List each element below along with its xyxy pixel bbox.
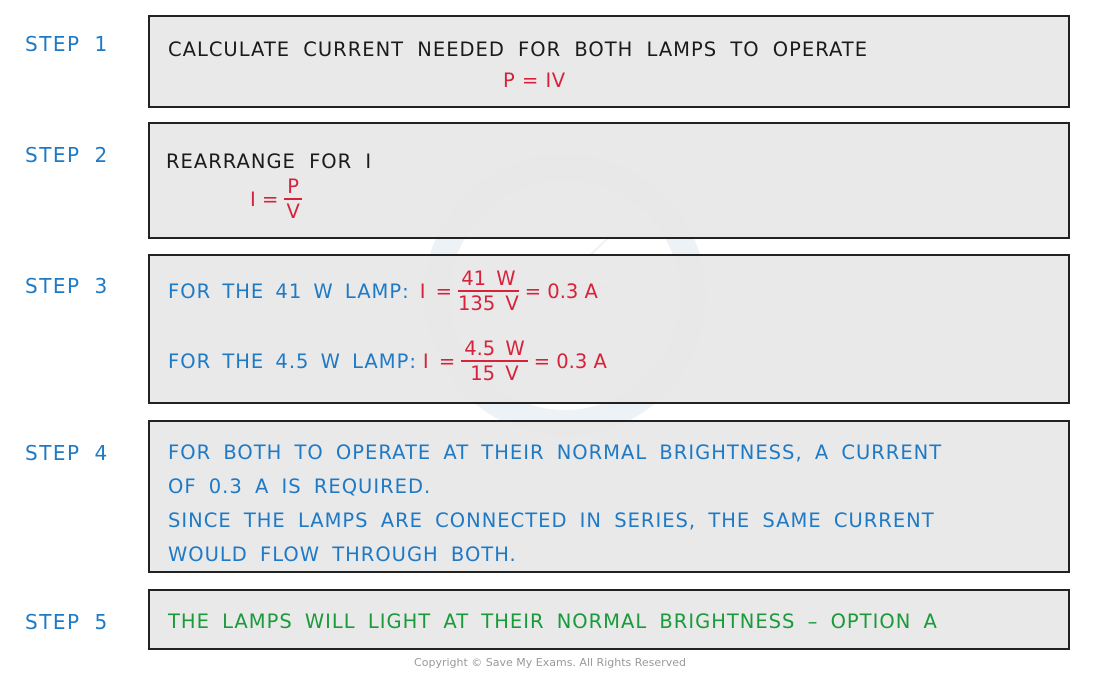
step-5-conclusion: THE LAMPS WILL LIGHT AT THEIR NORMAL BRI… bbox=[168, 610, 938, 633]
step-3-line-1-numerator: 41 W bbox=[458, 268, 519, 293]
step-1-label: STEP 1 bbox=[25, 32, 109, 56]
step-3-line-1-result: = 0.3 A bbox=[524, 279, 598, 303]
step-1-box: CALCULATE CURRENT NEEDED FOR BOTH LAMPS … bbox=[148, 15, 1070, 108]
step-3-line-2-numerator: 4.5 W bbox=[461, 338, 528, 363]
step-2-fraction: P V bbox=[284, 176, 303, 224]
step-1-instruction: CALCULATE CURRENT NEEDED FOR BOTH LAMPS … bbox=[168, 38, 869, 61]
step-4-line-1: FOR BOTH TO OPERATE AT THEIR NORMAL BRIG… bbox=[168, 441, 943, 464]
step-1-equation: P = IV bbox=[503, 69, 566, 92]
step-3-line-1-denominator: 135 V bbox=[458, 292, 519, 316]
step-3-label: STEP 3 bbox=[25, 274, 109, 298]
step-2-equation-lhs: I = bbox=[250, 187, 279, 211]
step-4-line-3: SINCE THE LAMPS ARE CONNECTED IN SERIES,… bbox=[168, 509, 935, 532]
step-2-denominator: V bbox=[286, 200, 300, 224]
step-2-label: STEP 2 bbox=[25, 143, 109, 167]
step-4-label: STEP 4 bbox=[25, 441, 109, 465]
step-5-label: STEP 5 bbox=[25, 610, 109, 634]
step-5-box: THE LAMPS WILL LIGHT AT THEIR NORMAL BRI… bbox=[148, 589, 1070, 650]
step-3-line-2: FOR THE 4.5 W LAMP: I = 4.5 W 15 V = 0.3… bbox=[168, 338, 607, 385]
step-4-line-2: OF 0.3 A IS REQUIRED. bbox=[168, 475, 432, 498]
step-3-line-2-fraction: 4.5 W 15 V bbox=[461, 338, 528, 385]
step-3-line-1: FOR THE 41 W LAMP: I = 41 W 135 V = 0.3 … bbox=[168, 268, 598, 315]
step-4-line-4: WOULD FLOW THROUGH BOTH. bbox=[168, 543, 517, 566]
step-3-line-1-fraction: 41 W 135 V bbox=[458, 268, 519, 315]
step-3-line-2-lhs: I = bbox=[422, 349, 456, 373]
step-3-line-1-prefix: FOR THE 41 W LAMP: bbox=[168, 279, 410, 303]
step-4-box: FOR BOTH TO OPERATE AT THEIR NORMAL BRIG… bbox=[148, 420, 1070, 573]
step-3-line-2-prefix: FOR THE 4.5 W LAMP: bbox=[168, 349, 417, 373]
step-2-instruction: REARRANGE FOR I bbox=[166, 150, 373, 173]
step-2-numerator: P bbox=[284, 176, 303, 201]
step-3-box: FOR THE 41 W LAMP: I = 41 W 135 V = 0.3 … bbox=[148, 254, 1070, 404]
step-3-line-1-lhs: I = bbox=[419, 279, 452, 303]
step-3-line-2-result: = 0.3 A bbox=[533, 349, 607, 373]
copyright-notice: Copyright © Save My Exams. All Rights Re… bbox=[414, 656, 686, 669]
step-3-line-2-denominator: 15 V bbox=[470, 362, 519, 386]
step-2-box: REARRANGE FOR I I = P V bbox=[148, 122, 1070, 239]
step-2-equation: I = P V bbox=[250, 176, 308, 223]
